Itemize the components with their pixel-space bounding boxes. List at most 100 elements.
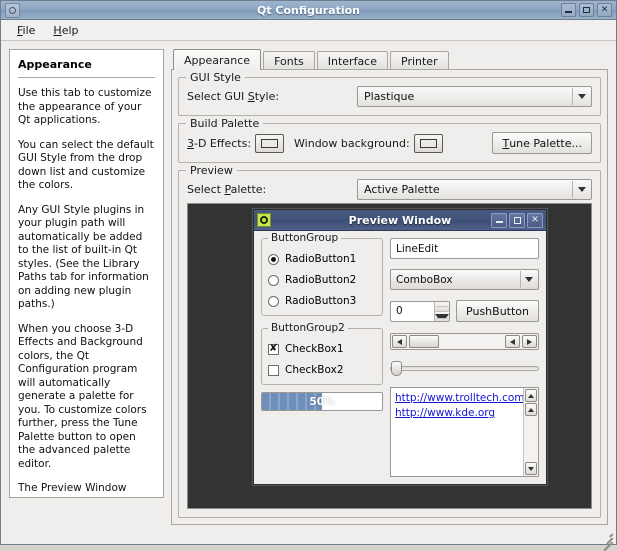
scroll-left-icon[interactable]: [392, 335, 407, 348]
button-group-title: ButtonGroup: [268, 232, 342, 244]
radio-icon[interactable]: [268, 274, 279, 286]
select-palette-label: Select Palette:: [187, 183, 267, 196]
preview-maximize-button[interactable]: [509, 212, 525, 228]
checkbox-icon[interactable]: ✘: [268, 343, 279, 355]
preview-group-title: Preview: [186, 164, 237, 177]
spin-arrows: [434, 301, 450, 321]
radio-row[interactable]: RadioButton2: [268, 274, 376, 286]
checkbox-icon[interactable]: [268, 364, 279, 376]
gui-style-combobox[interactable]: Plastique: [357, 86, 592, 107]
horizontal-slider[interactable]: [390, 360, 539, 376]
preview-window-title-bar[interactable]: Preview Window ✕: [254, 210, 546, 231]
preview-combobox[interactable]: ComboBox: [390, 269, 539, 290]
effects-color-button[interactable]: [255, 133, 285, 153]
status-bar: [1, 525, 616, 551]
tab-interface[interactable]: Interface: [316, 51, 388, 70]
gui-style-row: Select GUI Style: Plastique: [187, 86, 592, 107]
palette-combobox[interactable]: Active Palette: [357, 179, 592, 200]
build-palette-group: Build Palette 3-D Effects: Window backgr…: [178, 117, 601, 163]
spin-down-icon[interactable]: [435, 311, 450, 321]
preview-group: Preview Select Palette: Active Palette P…: [178, 164, 601, 518]
close-button[interactable]: ✕: [597, 3, 612, 17]
progress-label: 50%: [309, 395, 335, 408]
button-group-2: ButtonGroup2 ✘ CheckBox1 CheckBox2: [261, 322, 383, 385]
tab-label: Printer: [401, 54, 438, 68]
slider-handle[interactable]: [391, 360, 402, 376]
chevron-down-icon[interactable]: [572, 88, 590, 105]
tab-page-appearance: GUI Style Select GUI Style: Plastique Bu…: [171, 69, 608, 525]
content-column: Appearance Fonts Interface Printer GUI S…: [171, 49, 608, 525]
tab-bar: Appearance Fonts Interface Printer: [171, 49, 608, 70]
tab-printer[interactable]: Printer: [390, 51, 449, 70]
preview-close-button[interactable]: ✕: [527, 212, 543, 228]
chevron-down-icon[interactable]: [572, 181, 590, 198]
scroll-left-icon[interactable]: [505, 335, 520, 348]
scrollbar-thumb[interactable]: [409, 335, 439, 348]
help-paragraph: When you choose 3-D Effects and Backgrou…: [18, 322, 147, 470]
checkbox-row[interactable]: ✘ CheckBox1: [268, 343, 376, 355]
help-title: Appearance: [18, 58, 92, 71]
list-item[interactable]: http://www.kde.org: [395, 406, 519, 421]
spin-row: 0 PushButton: [390, 300, 539, 322]
scroll-right-icon[interactable]: [522, 335, 537, 348]
menu-item-help[interactable]: Help: [44, 22, 87, 39]
chevron-down-icon[interactable]: [520, 271, 537, 288]
radio-row[interactable]: RadioButton1: [268, 253, 376, 265]
app-ring-icon[interactable]: [5, 2, 20, 18]
help-paragraph: You can select the default GUI Style fro…: [18, 138, 154, 192]
preview-window-body: ButtonGroup RadioButton1 RadioButton2 Ra…: [254, 231, 546, 484]
close-icon: ✕: [600, 4, 609, 15]
preview-surface: Preview Window ✕ ButtonGroup RadioButton…: [187, 203, 592, 509]
line-edit-input[interactable]: LineEdit: [390, 238, 539, 259]
window-title: Qt Configuration: [256, 3, 361, 17]
button-group: ButtonGroup RadioButton1 RadioButton2 Ra…: [261, 232, 383, 316]
help-paragraph: Any GUI Style plugins in your plugin pat…: [18, 203, 149, 311]
horizontal-scrollbar[interactable]: [390, 333, 539, 350]
button-group-2-title: ButtonGroup2: [268, 322, 348, 334]
slider-groove: [390, 365, 539, 371]
progress-bar: 50%: [261, 392, 383, 411]
select-palette-row: Select Palette: Active Palette: [187, 179, 592, 200]
radio-icon[interactable]: [268, 253, 279, 265]
minimize-button[interactable]: [561, 3, 576, 17]
line-edit-value: LineEdit: [396, 242, 439, 255]
resize-grip[interactable]: [600, 529, 613, 551]
link-list[interactable]: http://www.trolltech.com http://www.kde.…: [390, 387, 539, 477]
spin-up-icon[interactable]: [435, 301, 450, 312]
qt-configuration-window: Qt Configuration ✕ File Help Appearance …: [0, 0, 617, 551]
radio-icon[interactable]: [268, 295, 279, 307]
list-item[interactable]: http://www.trolltech.com: [395, 391, 523, 406]
push-button[interactable]: PushButton: [456, 300, 539, 322]
vertical-scrollbar[interactable]: [523, 388, 538, 476]
scroll-down-icon[interactable]: [525, 462, 537, 475]
select-gui-style-label: Select GUI Style:: [187, 90, 280, 103]
checkbox-row[interactable]: CheckBox2: [268, 364, 376, 376]
radio-row[interactable]: RadioButton3: [268, 295, 376, 307]
preview-window: Preview Window ✕ ButtonGroup RadioButton…: [253, 209, 547, 485]
radio-label: RadioButton2: [285, 274, 357, 286]
help-paragraph: Use this tab to customize the appearance…: [18, 87, 152, 126]
title-bar[interactable]: Qt Configuration ✕: [1, 1, 616, 20]
menu-item-file[interactable]: File: [8, 22, 44, 39]
window-background-color-button[interactable]: [413, 133, 443, 153]
window-background-label: Window background:: [294, 136, 410, 150]
gui-style-group: GUI Style Select GUI Style: Plastique: [178, 71, 601, 116]
gui-style-group-title: GUI Style: [186, 71, 245, 84]
scroll-up-icon[interactable]: [525, 389, 537, 402]
body-area: Appearance Use this tab to customize the…: [1, 41, 616, 525]
menu-bar: File Help: [1, 20, 616, 41]
preview-minimize-button[interactable]: [491, 212, 507, 228]
radio-label: RadioButton1: [285, 253, 357, 265]
tab-fonts[interactable]: Fonts: [263, 51, 315, 70]
effects-label: 3-D Effects:: [187, 136, 252, 150]
preview-window-controls: ✕: [491, 212, 543, 228]
tune-palette-button[interactable]: Tune Palette...: [492, 132, 592, 154]
spin-box-value: 0: [396, 305, 403, 317]
tab-appearance[interactable]: Appearance: [173, 49, 262, 70]
radio-label: RadioButton3: [285, 295, 357, 307]
spin-box[interactable]: 0: [390, 300, 451, 322]
scroll-up-icon[interactable]: [525, 403, 537, 416]
tab-label: Appearance: [184, 53, 251, 67]
maximize-button[interactable]: [579, 3, 594, 17]
help-panel: Appearance Use this tab to customize the…: [9, 49, 164, 498]
